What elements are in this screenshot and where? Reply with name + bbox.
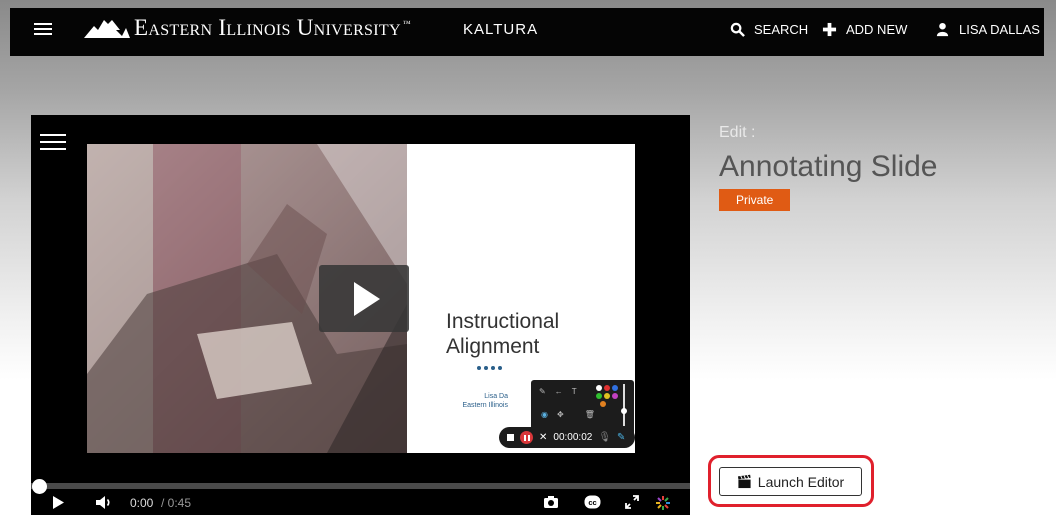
- play-icon[interactable]: [52, 495, 65, 510]
- add-new-nav-button[interactable]: ADD NEW: [822, 22, 907, 37]
- add-new-nav-label: ADD NEW: [846, 22, 908, 37]
- university-logo[interactable]: Eastern Illinois University ™: [82, 14, 411, 42]
- university-logo-icon: [84, 20, 130, 38]
- search-nav-button[interactable]: SEARCH: [730, 22, 808, 37]
- privacy-status-badge: Private: [719, 189, 791, 211]
- edit-label: Edit :: [719, 124, 756, 141]
- top-navigation-bar: Eastern Illinois University ™ KALTURA SEA…: [10, 8, 1044, 56]
- duration: / 0:45: [161, 496, 192, 510]
- launch-editor-label: Launch Editor: [757, 473, 845, 490]
- kaltura-logo-icon[interactable]: [655, 495, 671, 511]
- select-tool-icon[interactable]: ◉: [541, 410, 548, 419]
- search-icon: [730, 22, 745, 37]
- kaltura-brand-link[interactable]: KALTURA: [463, 21, 538, 38]
- plus-icon: [822, 22, 837, 37]
- trademark-symbol: ™: [402, 19, 411, 28]
- mic-icon[interactable]: 🎙: [598, 432, 611, 443]
- pen-toggle-icon[interactable]: ✎: [617, 432, 625, 443]
- big-play-button[interactable]: [319, 265, 409, 332]
- player-controls-bar: 0:00 / 0:45 cc: [31, 491, 690, 515]
- delete-tool-icon[interactable]: 🗑: [585, 410, 595, 419]
- pen-tool-icon[interactable]: ✎: [539, 387, 546, 396]
- recording-control-bar: ✕ 00:00:02 🎙 ✎: [499, 427, 635, 448]
- slide-author-line-2: Eastern Illinois: [462, 402, 508, 409]
- clapperboard-icon: [737, 474, 751, 489]
- svg-text:cc: cc: [588, 498, 596, 507]
- text-tool-icon[interactable]: T: [572, 387, 577, 396]
- cancel-recording-icon[interactable]: ✕: [539, 432, 547, 443]
- slide-decoration-dots: [477, 366, 502, 370]
- video-player[interactable]: Instructional Alignment Lisa Da Eastern …: [31, 115, 690, 515]
- user-icon: [936, 22, 949, 37]
- stop-recording-icon[interactable]: [507, 434, 514, 441]
- camera-icon[interactable]: [543, 495, 559, 509]
- slide-title-line-2: Alignment: [446, 335, 540, 358]
- cc-icon[interactable]: cc: [584, 495, 601, 509]
- user-menu-button[interactable]: LISA DALLAS: [935, 22, 1040, 37]
- player-menu-icon[interactable]: [40, 132, 66, 152]
- current-time: 0:00: [130, 496, 154, 510]
- color-palette[interactable]: [596, 385, 618, 407]
- arrow-tool-icon[interactable]: ←: [555, 387, 563, 396]
- video-scrubber[interactable]: [31, 479, 690, 494]
- entry-title: Annotating Slide: [719, 150, 938, 183]
- launch-editor-button[interactable]: Launch Editor: [719, 467, 862, 496]
- university-name: Eastern Illinois University: [134, 15, 401, 40]
- fullscreen-icon[interactable]: [625, 495, 639, 509]
- search-nav-label: SEARCH: [754, 22, 809, 37]
- user-menu-label: LISA DALLAS: [959, 22, 1040, 37]
- stroke-size-slider[interactable]: [621, 384, 627, 426]
- slide-title-line-1: Instructional: [446, 310, 560, 333]
- volume-icon[interactable]: [95, 495, 113, 510]
- slide-author-line-1: Lisa Da: [484, 393, 508, 400]
- pause-recording-icon[interactable]: [520, 431, 533, 444]
- recording-timer: 00:00:02: [553, 432, 593, 443]
- move-tool-icon[interactable]: ✥: [557, 410, 564, 419]
- menu-icon[interactable]: [34, 22, 52, 36]
